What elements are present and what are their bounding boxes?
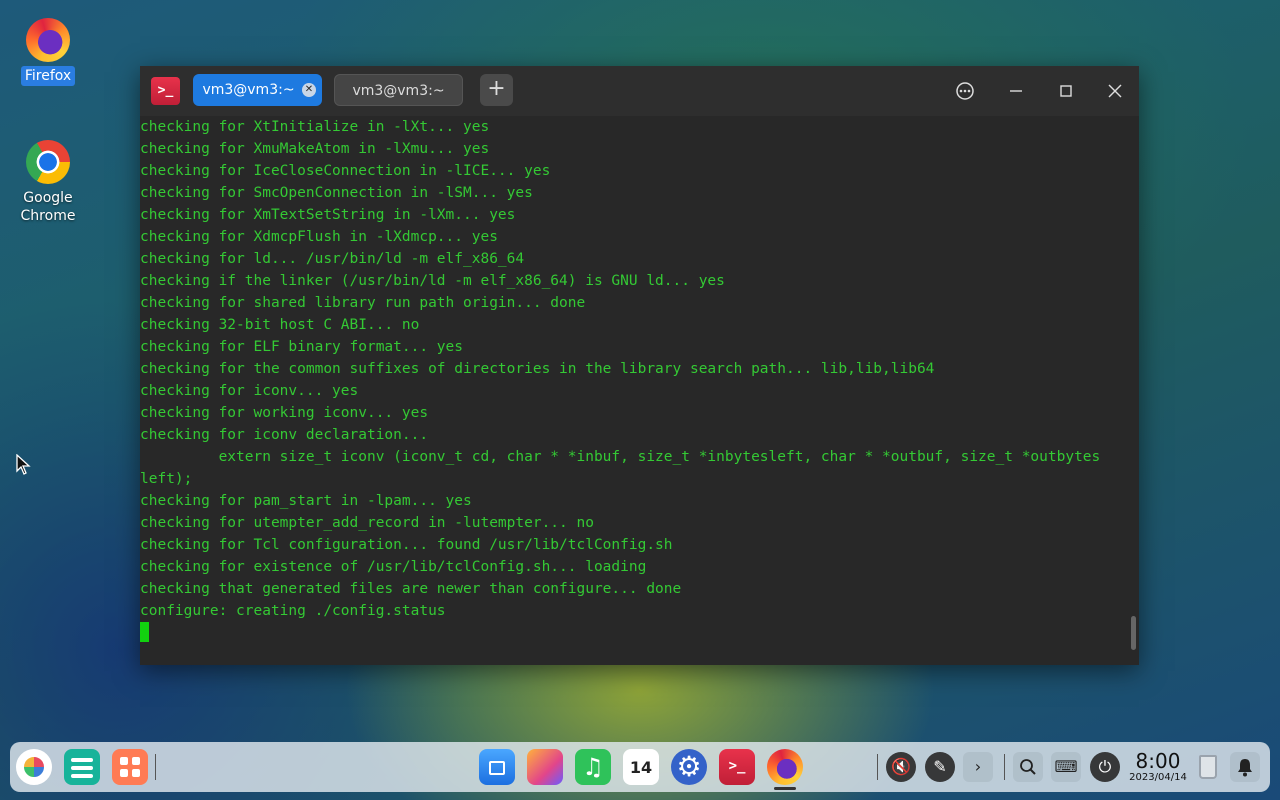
clock[interactable]: 8:00 2023/04/14 xyxy=(1126,750,1190,784)
scrollbar-thumb[interactable] xyxy=(1131,616,1136,650)
show-desktop-icon[interactable] xyxy=(112,749,148,785)
firefox-icon xyxy=(26,18,70,62)
add-tab-button[interactable]: + xyxy=(480,74,513,106)
terminal-cursor xyxy=(140,622,149,642)
settings-icon[interactable] xyxy=(671,749,707,785)
terminal-output[interactable]: checking for XtInitialize in -lXt... yes… xyxy=(140,116,1139,665)
notification-bell-icon[interactable] xyxy=(1230,752,1260,782)
trash-icon[interactable] xyxy=(1193,751,1223,783)
firefox-dock-icon[interactable] xyxy=(767,749,803,785)
power-icon[interactable]: ⏻ xyxy=(1090,752,1120,782)
desktop-icon-label: Firefox xyxy=(20,66,76,86)
active-app-indicator xyxy=(774,787,796,790)
terminal-line: checking for iconv... yes xyxy=(140,383,359,399)
tab-vm3-inactive[interactable]: vm3@vm3:~ xyxy=(334,74,463,106)
search-icon[interactable] xyxy=(1013,752,1043,782)
multitasking-view-icon[interactable] xyxy=(64,749,100,785)
terminal-line: checking for XtInitialize in -lXt... yes xyxy=(140,119,490,135)
dock-separator xyxy=(1004,754,1005,780)
minimize-icon[interactable] xyxy=(1003,78,1029,104)
terminal-window[interactable]: >_ vm3@vm3:~ ✕ vm3@vm3:~ + checking for … xyxy=(140,66,1139,665)
terminal-line: checking for XdmcpFlush in -lXdmcp... ye… xyxy=(140,229,498,245)
close-icon[interactable] xyxy=(1102,78,1128,104)
terminal-line: checking for XmuMakeAtom in -lXmu... yes xyxy=(140,141,490,157)
clock-date: 2023/04/14 xyxy=(1129,772,1187,783)
terminal-app-icon: >_ xyxy=(151,77,180,105)
terminal-line: checking for SmcOpenConnection in -lSM..… xyxy=(140,185,533,201)
terminal-line: checking for ELF binary format... yes xyxy=(140,339,464,355)
tab-close-icon[interactable]: ✕ xyxy=(302,83,316,97)
tab-label: vm3@vm3:~ xyxy=(202,82,295,98)
clock-time: 8:00 xyxy=(1135,749,1181,773)
terminal-line: checking for IceCloseConnection in -lICE… xyxy=(140,163,551,179)
terminal-line: checking for the common suffixes of dire… xyxy=(140,361,935,377)
terminal-line: checking for existence of /usr/lib/tclCo… xyxy=(140,559,647,575)
desktop-icon-firefox[interactable]: Firefox xyxy=(8,18,88,86)
terminal-line: configure: creating ./config.status xyxy=(140,603,446,619)
dock-separator xyxy=(877,754,878,780)
dock-separator xyxy=(155,754,156,780)
app-store-icon[interactable] xyxy=(479,749,515,785)
maximize-icon[interactable] xyxy=(1053,78,1079,104)
pen-icon[interactable]: ✎ xyxy=(925,752,955,782)
tab-label: vm3@vm3:~ xyxy=(352,83,445,99)
more-options-icon[interactable] xyxy=(952,78,978,104)
terminal-line: checking for shared library run path ori… xyxy=(140,295,586,311)
mouse-cursor-icon xyxy=(16,453,32,480)
terminal-line: checking for Tcl configuration... found … xyxy=(140,537,673,553)
terminal-dock-icon[interactable]: >_ xyxy=(719,749,755,785)
terminal-line: checking for iconv declaration... xyxy=(140,427,429,443)
terminal-line: checking that generated files are newer … xyxy=(140,581,682,597)
music-icon[interactable] xyxy=(575,749,611,785)
terminal-line: checking for working iconv... yes xyxy=(140,405,429,421)
launcher-button[interactable] xyxy=(16,749,52,785)
calendar-day: 14 xyxy=(629,758,653,777)
terminal-line: extern size_t iconv (iconv_t cd, char * … xyxy=(140,449,1101,465)
tab-vm3-active[interactable]: vm3@vm3:~ ✕ xyxy=(193,74,322,106)
chrome-icon xyxy=(26,140,70,184)
calendar-icon[interactable]: 14 xyxy=(623,749,659,785)
terminal-line: checking for pam_start in -lpam... yes xyxy=(140,493,472,509)
photos-icon[interactable] xyxy=(527,749,563,785)
volume-muted-icon[interactable]: 🔇 xyxy=(886,752,916,782)
terminal-titlebar[interactable]: >_ vm3@vm3:~ ✕ vm3@vm3:~ + xyxy=(140,66,1139,116)
terminal-line: left); xyxy=(140,471,193,487)
keyboard-icon[interactable]: ⌨ xyxy=(1051,752,1081,782)
terminal-line: checking for utempter_add_record in -lut… xyxy=(140,515,594,531)
desktop-icon-chrome[interactable]: Google Chrome xyxy=(8,140,88,226)
terminal-line: checking for ld... /usr/bin/ld -m elf_x8… xyxy=(140,251,525,267)
taskbar-dock: 14 >_ 🔇 ✎ › ⌨ ⏻ 8:00 2023/04/14 xyxy=(10,742,1270,792)
chevron-right-icon[interactable]: › xyxy=(963,752,993,782)
terminal-line: checking 32-bit host C ABI... no xyxy=(140,317,420,333)
desktop-icon-label: Google Chrome xyxy=(20,190,76,224)
terminal-line: checking if the linker (/usr/bin/ld -m e… xyxy=(140,273,725,289)
terminal-line: checking for XmTextSetString in -lXm... … xyxy=(140,207,516,223)
